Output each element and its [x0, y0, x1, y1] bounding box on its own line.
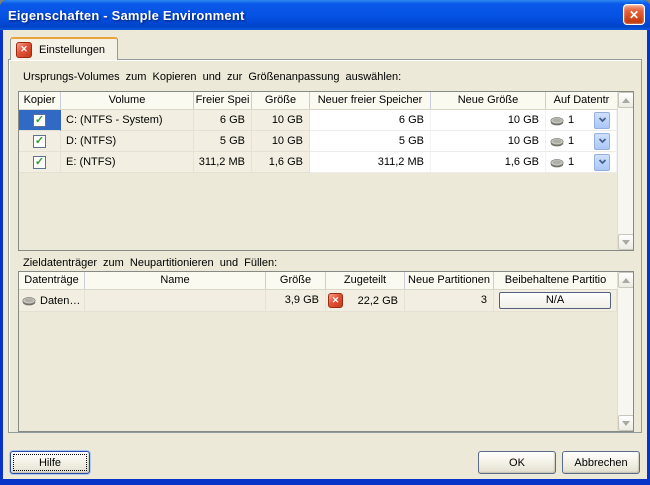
vertical-scrollbar[interactable] — [617, 272, 633, 431]
scroll-down-button[interactable] — [618, 415, 633, 431]
table-row: Daten… 3,9 GB 22,2 GB 3 N/A — [19, 290, 617, 312]
size-value: 10 GB — [252, 110, 310, 131]
kept-partitions-cell: N/A — [494, 290, 617, 312]
source-volumes-label: Ursprungs-Volumes zum Kopieren und zur G… — [23, 71, 402, 83]
disk-size-value: 3,9 GB — [266, 290, 326, 312]
scroll-down-button[interactable] — [618, 234, 633, 250]
table-row: D: (NTFS) 5 GB 10 GB 5 GB 10 GB 1 — [19, 131, 617, 152]
table-row: C: (NTFS - System) 6 GB 10 GB 6 GB 10 GB… — [19, 110, 617, 131]
target-disks-label: Zieldatenträger zum Neupartitionieren un… — [23, 257, 278, 269]
column-header-datentraeger[interactable]: Datenträge — [19, 272, 85, 289]
column-header-beibehaltene-partitionen[interactable]: Beibehaltene Partitio — [494, 272, 617, 289]
new-size-field[interactable]: 10 GB — [431, 110, 546, 131]
checkbox-checked[interactable] — [33, 134, 46, 148]
vertical-scrollbar[interactable] — [617, 92, 633, 250]
new-size-field[interactable]: 10 GB — [431, 131, 546, 152]
checkbox-checked[interactable] — [33, 155, 46, 169]
column-header-zugeteilt[interactable]: Zugeteilt — [326, 272, 405, 289]
close-button[interactable] — [623, 4, 645, 25]
disk-number: 1 — [568, 156, 575, 168]
volume-name[interactable]: E: (NTFS) — [61, 152, 194, 173]
column-header-neue-partitionen[interactable]: Neue Partitionen — [405, 272, 494, 289]
tab-label: Einstellungen — [39, 43, 106, 56]
disk-device-label: Daten… — [40, 294, 81, 307]
column-header-kopier[interactable]: Kopier — [19, 92, 61, 109]
disk-device-cell[interactable]: Daten… — [19, 290, 85, 312]
column-header-volume[interactable]: Volume — [61, 92, 194, 109]
size-value: 10 GB — [252, 131, 310, 152]
target-table-header: Datenträge Name Größe Zugeteilt Neue Par… — [19, 272, 617, 290]
size-value: 1,6 GB — [252, 152, 310, 173]
column-header-neuer-freier-speicher[interactable]: Neuer freier Speicher — [310, 92, 431, 109]
disk-dropdown-button[interactable] — [594, 132, 610, 150]
copy-checkbox-cell — [19, 131, 61, 152]
target-disk-cell: 1 — [546, 110, 617, 131]
column-header-groesse[interactable]: Größe — [266, 272, 326, 289]
new-free-space-field[interactable]: 5 GB — [310, 131, 431, 152]
arrow-up-icon — [622, 98, 630, 103]
target-disk-cell: 1 — [546, 131, 617, 152]
checkbox-checked[interactable] — [33, 113, 46, 127]
column-header-groesse[interactable]: Größe — [252, 92, 310, 109]
kept-partitions-button[interactable]: N/A — [499, 292, 611, 309]
arrow-down-icon — [622, 421, 630, 426]
allocated-value: 22,2 GB — [357, 294, 398, 307]
arrow-up-icon — [622, 278, 630, 283]
copy-checkbox-cell — [19, 110, 61, 131]
disk-number: 1 — [568, 135, 575, 147]
table-row: E: (NTFS) 311,2 MB 1,6 GB 311,2 MB 1,6 G… — [19, 152, 617, 173]
cancel-button[interactable]: Abbrechen — [562, 451, 640, 474]
disk-dropdown-button[interactable] — [594, 111, 610, 129]
arrow-down-icon — [622, 240, 630, 245]
allocated-cell: 22,2 GB — [326, 290, 405, 312]
window-title: Eigenschaften - Sample Environment — [8, 7, 245, 23]
column-header-auf-datentraeger[interactable]: Auf Datentr — [546, 92, 617, 109]
new-free-space-field[interactable]: 311,2 MB — [310, 152, 431, 173]
help-button[interactable]: Hilfe — [10, 451, 90, 474]
new-partitions-value: 3 — [405, 290, 494, 312]
chevron-down-icon — [598, 159, 606, 165]
disk-icon — [550, 116, 564, 125]
chevron-down-icon — [598, 117, 606, 123]
new-free-space-field[interactable]: 6 GB — [310, 110, 431, 131]
disk-icon — [22, 297, 36, 306]
disk-icon — [550, 137, 564, 146]
allocation-warning-icon — [328, 293, 343, 308]
volume-name[interactable]: D: (NTFS) — [61, 131, 194, 152]
tab-einstellungen[interactable]: Einstellungen — [10, 37, 119, 60]
check-icon — [35, 131, 44, 151]
free-space-value: 311,2 MB — [194, 152, 252, 173]
new-size-field[interactable]: 1,6 GB — [431, 152, 546, 173]
titlebar[interactable]: Eigenschaften - Sample Environment — [0, 0, 650, 30]
scroll-up-button[interactable] — [618, 272, 633, 288]
chevron-down-icon — [598, 138, 606, 144]
target-disk-cell: 1 — [546, 152, 617, 173]
source-volumes-table: Kopier Volume Freier Spei Größe Neuer fr… — [18, 91, 634, 251]
copy-checkbox-cell — [19, 152, 61, 173]
column-header-neue-groesse[interactable]: Neue Größe — [431, 92, 546, 109]
column-header-name[interactable]: Name — [85, 272, 266, 289]
check-icon — [35, 152, 44, 172]
free-space-value: 6 GB — [194, 110, 252, 131]
disk-dropdown-button[interactable] — [594, 153, 610, 171]
column-header-freier-speicher[interactable]: Freier Spei — [194, 92, 252, 109]
red-x-icon — [16, 41, 32, 58]
target-disks-table: Datenträge Name Größe Zugeteilt Neue Par… — [18, 271, 634, 432]
volume-name[interactable]: C: (NTFS - System) — [61, 110, 194, 131]
dialog-body: Einstellungen Ursprungs-Volumes zum Kopi… — [3, 30, 647, 479]
disk-icon — [550, 158, 564, 167]
source-table-header: Kopier Volume Freier Spei Größe Neuer fr… — [19, 92, 617, 110]
free-space-value: 5 GB — [194, 131, 252, 152]
check-icon — [35, 110, 44, 130]
close-icon — [629, 6, 639, 24]
scroll-up-button[interactable] — [618, 92, 633, 108]
tab-pane: Ursprungs-Volumes zum Kopieren und zur G… — [8, 59, 642, 433]
properties-dialog: Eigenschaften - Sample Environment Einst… — [0, 0, 650, 485]
ok-button[interactable]: OK — [478, 451, 556, 474]
disk-name-cell[interactable] — [85, 290, 266, 312]
disk-number: 1 — [568, 114, 575, 126]
